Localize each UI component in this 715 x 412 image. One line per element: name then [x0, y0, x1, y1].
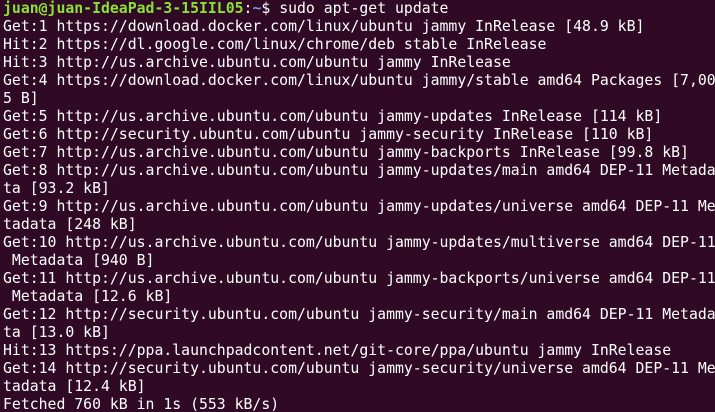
output-line: Hit:13 https://ppa.launchpadcontent.net/… — [3, 342, 672, 359]
output-line: Get:5 http://us.archive.ubuntu.com/ubunt… — [3, 108, 663, 125]
terminal-window[interactable]: juan@juan-IdeaPad-3-15IIL05:~$ sudo apt-… — [0, 0, 715, 412]
output-line: Get:1 https://download.docker.com/linux/… — [3, 18, 645, 35]
output-line: ta [13.0 kB] — [3, 324, 110, 341]
output-line: Hit:3 http://us.archive.ubuntu.com/ubunt… — [3, 54, 511, 71]
prompt-user-host: juan@juan-IdeaPad-3-15IIL05 — [3, 0, 244, 17]
output-line: Get:11 http://us.archive.ubuntu.com/ubun… — [3, 270, 715, 287]
output-line: Get:12 http://security.ubuntu.com/ubuntu… — [3, 306, 715, 323]
output-line: Get:4 https://download.docker.com/linux/… — [3, 72, 715, 89]
output-line: Get:8 http://us.archive.ubuntu.com/ubunt… — [3, 162, 715, 179]
prompt-command: sudo apt-get update — [279, 0, 449, 17]
output-line: Fetched 760 kB in 1s (553 kB/s) — [3, 396, 280, 412]
prompt-line: juan@juan-IdeaPad-3-15IIL05:~$ sudo apt-… — [3, 0, 715, 18]
output-line: Get:6 http://security.ubuntu.com/ubuntu … — [3, 126, 654, 143]
output-line: tadata [12.4 kB] — [3, 378, 146, 395]
output-line: ta [93.2 kB] — [3, 180, 110, 197]
output-line: Metadata [940 B] — [3, 252, 155, 269]
output-line: Get:7 http://us.archive.ubuntu.com/ubunt… — [3, 144, 689, 161]
output-line: Get:10 http://us.archive.ubuntu.com/ubun… — [3, 234, 715, 251]
output-line: Hit:2 https://dl.google.com/linux/chrome… — [3, 36, 547, 53]
output-line: Get:14 http://security.ubuntu.com/ubuntu… — [3, 360, 715, 377]
prompt-symbol: $ — [261, 0, 280, 17]
output-line: Metadata [12.6 kB] — [3, 288, 173, 305]
output-line: tadata [248 kB] — [3, 216, 137, 233]
output-line: 5 B] — [3, 90, 39, 107]
output-line: Get:9 http://us.archive.ubuntu.com/ubunt… — [3, 198, 715, 215]
